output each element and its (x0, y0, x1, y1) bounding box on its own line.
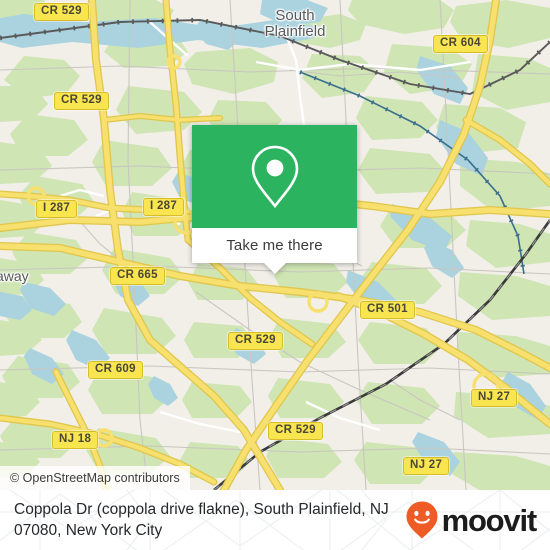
shield-cr-529-c[interactable]: CR 529 (228, 332, 283, 350)
take-me-there-button[interactable]: Take me there (226, 237, 322, 254)
popup-header (192, 125, 357, 228)
shield-cr-501[interactable]: CR 501 (360, 301, 415, 319)
popup-footer[interactable]: Take me there (192, 228, 357, 274)
shield-cr-529-b[interactable]: CR 529 (54, 92, 109, 110)
moovit-logo[interactable]: moovit (405, 500, 538, 540)
location-popup[interactable]: Take me there (192, 125, 357, 274)
map-pin-icon (251, 145, 298, 208)
location-title: Coppola Dr (coppola drive flakne), South… (14, 501, 389, 539)
footer-content: Coppola Dr (coppola drive flakne), South… (0, 490, 550, 550)
shield-nj-27-a[interactable]: NJ 27 (471, 389, 518, 407)
shield-nj-18[interactable]: NJ 18 (52, 431, 99, 449)
place-label-away: away (0, 268, 29, 284)
shield-cr-604[interactable]: CR 604 (433, 35, 488, 53)
moovit-wordmark: moovit (441, 502, 538, 538)
shield-i-287-a[interactable]: I 287 (36, 200, 78, 218)
shield-i-287-b[interactable]: I 287 (143, 198, 185, 216)
osm-attribution[interactable]: © OpenStreetMap contributors (0, 466, 190, 490)
shield-cr-529-a[interactable]: CR 529 (34, 3, 89, 21)
footer-bar: Coppola Dr (coppola drive flakne), South… (0, 490, 550, 550)
shield-cr-609[interactable]: CR 609 (88, 361, 143, 379)
shield-cr-529-d[interactable]: CR 529 (268, 422, 323, 440)
popup-tail (263, 263, 286, 274)
place-label-south-plainfield: South Plainfield (264, 7, 326, 40)
shield-nj-27-b[interactable]: NJ 27 (403, 457, 450, 475)
moovit-smiley-pin-icon (406, 501, 438, 539)
map-canvas[interactable]: SouthPlainfield away CR 529 CR 529 CR 60… (0, 0, 550, 490)
shield-cr-665[interactable]: CR 665 (110, 267, 165, 285)
